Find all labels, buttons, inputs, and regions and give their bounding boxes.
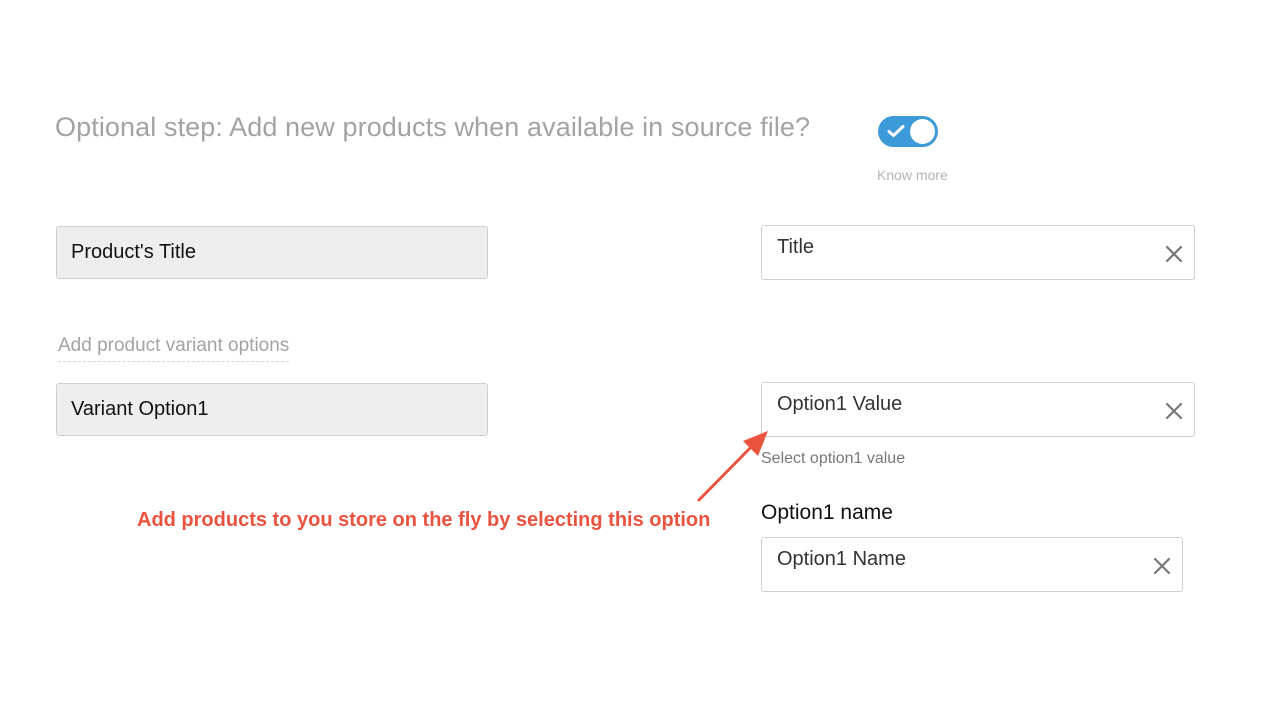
- add-new-products-toggle[interactable]: [878, 116, 938, 147]
- option1-value-helper: Select option1 value: [761, 450, 906, 467]
- add-variant-options-link[interactable]: Add product variant options: [58, 335, 290, 362]
- close-icon[interactable]: [1152, 556, 1172, 576]
- title-select-value: Title: [777, 236, 815, 258]
- option1-name-select-value: Option1 Name: [777, 548, 906, 570]
- optional-step-heading: Optional step: Add new products when ava…: [55, 112, 811, 142]
- option1-value-select-value: Option1 Value: [777, 393, 903, 415]
- source-field-product-title: Product's Title: [56, 226, 488, 279]
- know-more-link[interactable]: Know more: [877, 167, 948, 183]
- close-icon[interactable]: [1164, 244, 1184, 264]
- source-field-variant-option1: Variant Option1: [56, 383, 488, 436]
- option1-name-select[interactable]: Option1 Name: [761, 537, 1183, 592]
- import-mapping-page: Optional step: Add new products when ava…: [0, 0, 1280, 720]
- annotation-callout-text: Add products to you store on the fly by …: [137, 509, 711, 531]
- close-icon[interactable]: [1164, 401, 1184, 421]
- title-select[interactable]: Title: [761, 225, 1195, 280]
- toggle-knob: [910, 119, 935, 144]
- check-icon: [887, 125, 905, 137]
- option1-value-select[interactable]: Option1 Value: [761, 382, 1195, 437]
- option1-name-label: Option1 name: [761, 501, 893, 524]
